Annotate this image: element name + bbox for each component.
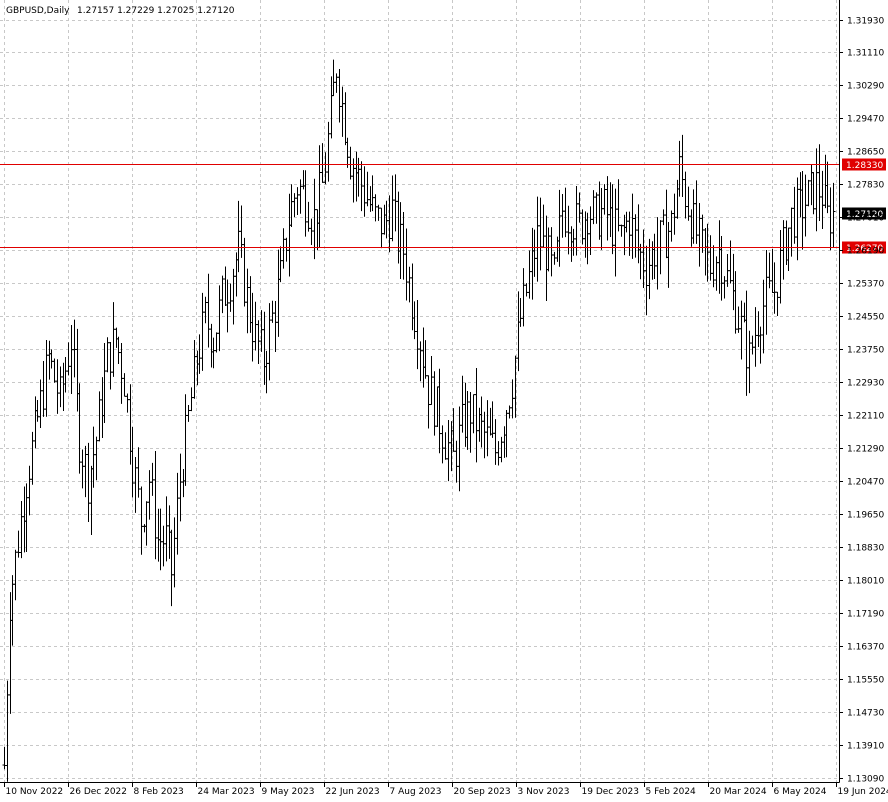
y-tick-label: 1.13910 [847, 742, 884, 752]
y-tick-label: 1.31930 [847, 17, 884, 27]
y-tick-label: 1.26190 [847, 247, 884, 257]
y-tick-label: 1.30290 [847, 82, 884, 92]
x-tick-label: 24 Mar 2023 [198, 787, 255, 797]
y-tick-label: 1.14730 [847, 709, 884, 719]
y-tick-label: 1.25370 [847, 280, 884, 290]
y-tick-label: 1.31110 [847, 49, 884, 59]
level-marker-label: 1.28330 [846, 161, 883, 171]
x-tick-label: 10 Nov 2022 [6, 787, 64, 797]
y-tick-label: 1.27830 [847, 181, 884, 191]
x-tick-label: 7 Aug 2023 [390, 787, 442, 797]
x-tick-label: 26 Dec 2022 [70, 787, 128, 797]
chart-plot-area [0, 0, 839, 782]
chart-window: 1.28330 1.26270 1.27120 1.31930 1.31110 1.30… [0, 0, 888, 802]
y-tick-label: 1.27010 [847, 214, 884, 224]
x-tick-label: 20 Mar 2024 [710, 787, 767, 797]
x-tick-label: 19 Jun 2024 [838, 787, 888, 797]
x-tick-label: 9 May 2023 [262, 787, 315, 797]
y-tick-label: 1.17190 [847, 610, 884, 620]
chart-header-symbol: GBPUSD,Daily [6, 6, 70, 16]
y-tick-label: 1.21290 [847, 445, 884, 455]
y-tick-label: 1.18830 [847, 544, 884, 554]
y-tick-label: 1.16370 [847, 643, 884, 653]
y-tick-label: 1.29470 [847, 115, 884, 125]
y-tick-label: 1.22930 [847, 379, 884, 389]
x-tick-label: 20 Sep 2023 [454, 787, 511, 797]
y-tick-label: 1.15550 [847, 676, 884, 686]
price-chart: 1.283301.262701.27120 1.319301.311101.30… [0, 0, 888, 797]
y-tick-label: 1.23750 [847, 346, 884, 356]
y-tick-label: 1.24550 [847, 313, 884, 323]
x-tick-label: 19 Dec 2023 [582, 787, 640, 797]
x-tick-label: 22 Jun 2023 [326, 787, 380, 797]
y-tick-label: 1.20470 [847, 478, 884, 488]
y-tick-label: 1.28650 [847, 148, 884, 158]
x-tick-label: 3 Nov 2023 [518, 787, 570, 797]
x-axis: 10 Nov 2022 26 Dec 2022 8 Feb 2023 24 Mar 2… [4, 782, 888, 797]
chart-header-ohlc: 1.27157 1.27229 1.27025 1.27120 [77, 6, 235, 16]
y-tick-label: 1.13090 [847, 775, 884, 785]
x-tick-label: 8 Feb 2023 [134, 787, 184, 797]
y-tick-label: 1.18010 [847, 577, 884, 587]
x-tick-label: 5 Feb 2024 [646, 787, 697, 797]
y-axis: 1.31930 1.31110 1.30290 1.29470 1.28650 1.278… [839, 17, 884, 785]
y-tick-label: 1.19650 [847, 511, 884, 521]
y-tick-label: 1.22110 [847, 412, 884, 422]
x-tick-label: 6 May 2024 [774, 787, 827, 797]
